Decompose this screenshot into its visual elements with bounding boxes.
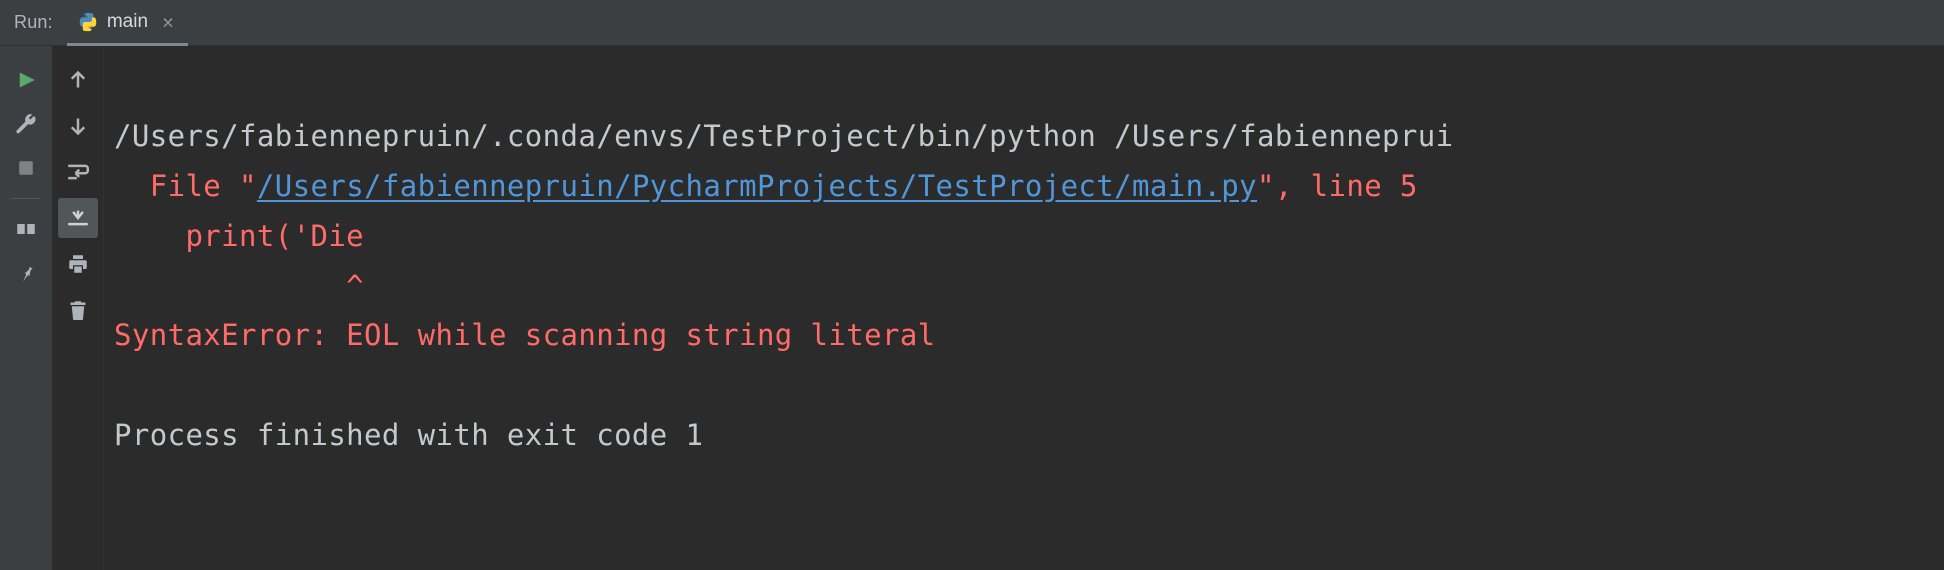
gutter-divider bbox=[11, 198, 41, 199]
layout-icon[interactable] bbox=[6, 209, 46, 249]
run-label: Run: bbox=[0, 12, 67, 33]
traceback-file-suffix: ", line 5 bbox=[1257, 169, 1418, 203]
console-toolbar bbox=[52, 46, 104, 570]
down-arrow-icon[interactable] bbox=[58, 106, 98, 146]
pin-icon[interactable] bbox=[6, 253, 46, 293]
left-gutter bbox=[0, 46, 52, 570]
print-icon[interactable] bbox=[58, 244, 98, 284]
tab-label: main bbox=[107, 11, 148, 33]
console-command: /Users/fabiennepruin/.conda/envs/TestPro… bbox=[114, 119, 1453, 153]
run-tab-main[interactable]: main × bbox=[67, 1, 188, 46]
error-message: SyntaxError: EOL while scanning string l… bbox=[114, 318, 936, 352]
traceback-caret: ^ bbox=[114, 269, 364, 303]
wrench-icon[interactable] bbox=[6, 104, 46, 144]
trash-icon[interactable] bbox=[58, 290, 98, 330]
console-output[interactable]: /Users/fabiennepruin/.conda/envs/TestPro… bbox=[104, 46, 1944, 570]
traceback-code: print('Die bbox=[114, 219, 364, 253]
rerun-button[interactable] bbox=[6, 60, 46, 100]
scroll-to-end-icon[interactable] bbox=[58, 198, 98, 238]
exit-message: Process finished with exit code 1 bbox=[114, 418, 703, 452]
up-arrow-icon[interactable] bbox=[58, 60, 98, 100]
soft-wrap-icon[interactable] bbox=[58, 152, 98, 192]
file-link[interactable]: /Users/fabiennepruin/PycharmProjects/Tes… bbox=[257, 169, 1257, 203]
python-file-icon bbox=[77, 11, 99, 33]
traceback-file-prefix: File " bbox=[114, 169, 257, 203]
close-icon[interactable]: × bbox=[162, 12, 174, 32]
stop-button[interactable] bbox=[6, 148, 46, 188]
run-tool-titlebar: Run: main × bbox=[0, 0, 1944, 46]
